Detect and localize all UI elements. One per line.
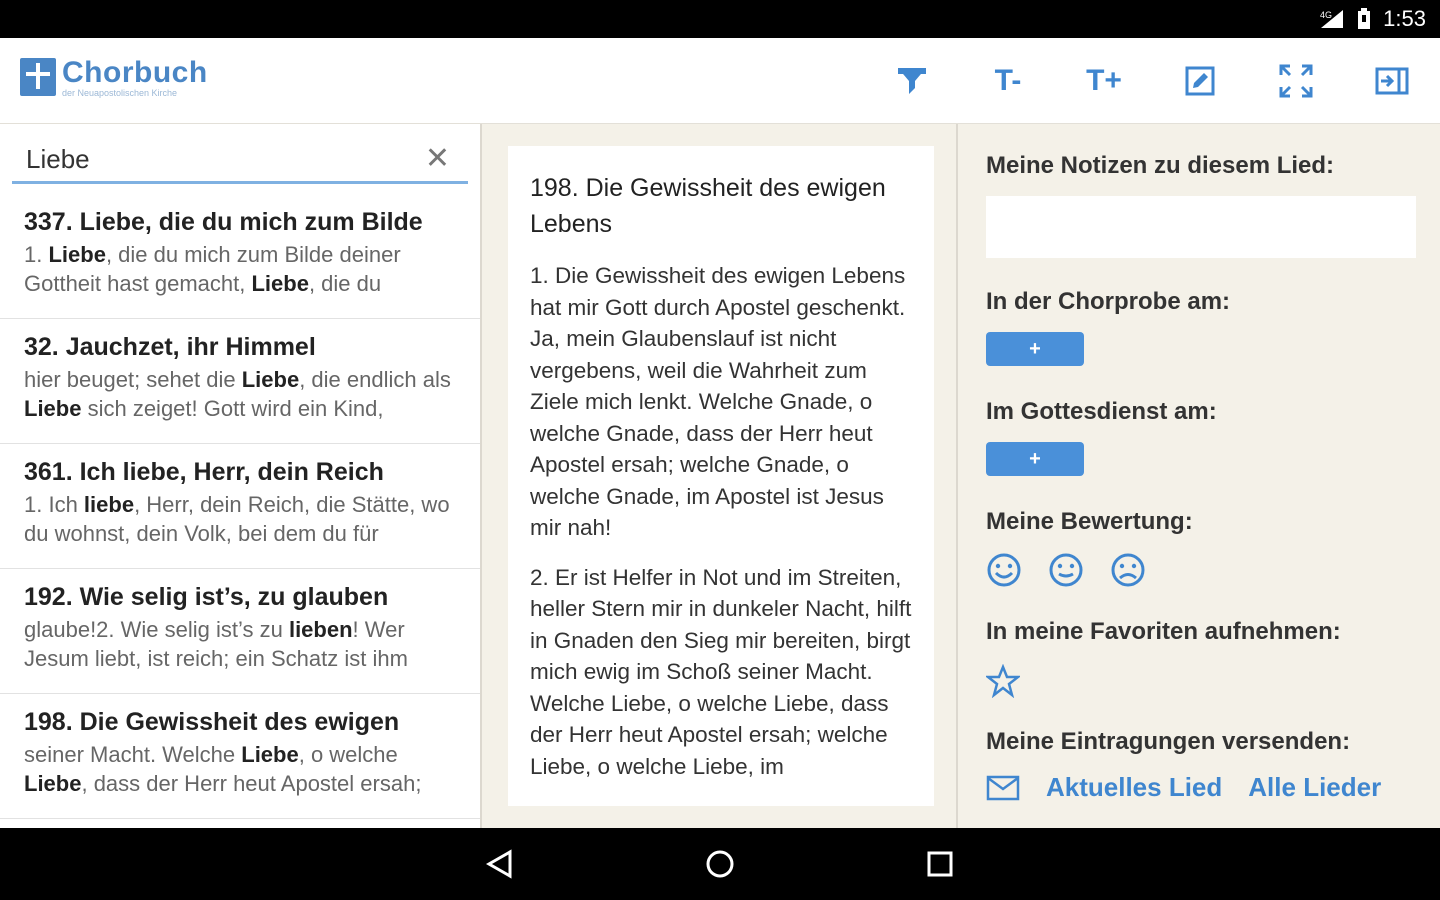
- search-highlight: Liebe: [48, 242, 106, 267]
- mail-icon[interactable]: [986, 775, 1020, 801]
- result-snippet: 1. Ich liebe, Herr, dein Reich, die Stät…: [24, 490, 456, 548]
- font-larger-label: T+: [1086, 64, 1122, 97]
- list-item[interactable]: 361. Ich liebe, Herr, dein Reich 1. Ich …: [0, 444, 480, 569]
- star-icon[interactable]: [986, 664, 1020, 698]
- results-list: 337. Liebe, die du mich zum Bilde 1. Lie…: [0, 194, 480, 819]
- clear-search-icon[interactable]: ✕: [425, 144, 450, 174]
- snippet-text: seiner Macht. Welche: [24, 742, 242, 767]
- rehearsal-label: In der Chorprobe am:: [986, 288, 1231, 315]
- search-field: ✕: [12, 138, 468, 184]
- add-rehearsal-date-button[interactable]: +: [986, 332, 1084, 366]
- share-label: Meine Eintragungen versenden:: [986, 728, 1351, 755]
- panel-collapse-icon: [1375, 67, 1409, 95]
- snippet-text: , o welche: [298, 742, 398, 767]
- app-title: Chorbuch: [62, 56, 208, 89]
- snippet-text: sich zeiget! Gott wird ein Kind,: [81, 396, 384, 421]
- add-service-date-button[interactable]: +: [986, 442, 1084, 476]
- status-bar: 4G 1:53: [0, 0, 1440, 38]
- result-snippet: glaube!2. Wie selig ist’s zu lieben! Wer…: [24, 615, 456, 673]
- share-current-song-link[interactable]: Aktuelles Lied: [1046, 772, 1222, 803]
- smiley-neutral-icon[interactable]: [1048, 552, 1084, 588]
- result-snippet: 1. Liebe, die du mich zum Bilde deiner G…: [24, 240, 456, 298]
- song-title: 198. Die Gewissheit des ewigen Lebens: [530, 174, 886, 238]
- filter-icon: [898, 68, 926, 94]
- fullscreen-icon: [1279, 64, 1313, 98]
- search-input[interactable]: [26, 144, 406, 175]
- snippet-text: hier beuget; sehet die: [24, 367, 242, 392]
- result-title: 192. Wie selig ist’s, zu glauben: [24, 583, 389, 611]
- back-icon[interactable]: [485, 849, 515, 879]
- result-title: 337. Liebe, die du mich zum Bilde: [24, 208, 423, 236]
- song-pane: 198. Die Gewissheit des ewigen Lebens 1.…: [484, 124, 958, 828]
- font-smaller-button[interactable]: T-: [960, 38, 1056, 124]
- snippet-text: , die du: [308, 271, 382, 296]
- service-label: Im Gottesdienst am:: [986, 398, 1217, 425]
- song-verse-1: 1. Die Gewissheit des ewigen Lebens hat …: [530, 263, 906, 540]
- search-highlight: Liebe: [251, 271, 309, 296]
- church-logo-icon: [20, 58, 56, 96]
- snippet-text: , dass der Herr heut Apostel ersah;: [81, 771, 422, 796]
- filter-button[interactable]: [864, 38, 960, 124]
- list-item[interactable]: 192. Wie selig ist’s, zu glauben glaube!…: [0, 569, 480, 694]
- snippet-text: , die endlich als: [299, 367, 451, 392]
- battery-icon: [1357, 8, 1371, 30]
- song-details-pane: Meine Notizen zu diesem Lied: In der Cho…: [960, 124, 1440, 828]
- list-item[interactable]: 337. Liebe, die du mich zum Bilde 1. Lie…: [0, 194, 480, 319]
- notes-label: Meine Notizen zu diesem Lied:: [986, 152, 1335, 179]
- search-highlight: Liebe: [24, 771, 82, 796]
- font-smaller-label: T-: [994, 64, 1022, 97]
- song-card[interactable]: 198. Die Gewissheit des ewigen Lebens 1.…: [508, 146, 934, 806]
- result-title: 32. Jauchzet, ihr Himmel: [24, 333, 316, 361]
- search-highlight: liebe: [83, 492, 135, 517]
- result-title: 198. Die Gewissheit des ewigen: [24, 708, 400, 736]
- edit-icon: [1185, 66, 1215, 96]
- app-logo: Chorbuch der Neuapostolischen Kirche: [20, 58, 208, 98]
- toolbar: T- T+: [864, 38, 1440, 124]
- song-verse-2: 2. Er ist Helfer in Not und im Streiten,…: [530, 564, 912, 779]
- search-highlight: Liebe: [241, 742, 299, 767]
- result-title: 361. Ich liebe, Herr, dein Reich: [24, 458, 384, 486]
- snippet-text: 1. Ich: [24, 492, 84, 517]
- notes-field[interactable]: [986, 196, 1416, 258]
- result-snippet: hier beuget; sehet die Liebe, die endlic…: [24, 365, 456, 423]
- edit-button[interactable]: [1152, 38, 1248, 124]
- share-all-songs-link[interactable]: Alle Lieder: [1248, 772, 1381, 803]
- system-nav-bar: [0, 828, 1440, 900]
- cellular-signal-icon: 4G: [1319, 8, 1345, 30]
- smiley-sad-icon[interactable]: [1110, 552, 1146, 588]
- smiley-happy-icon[interactable]: [986, 552, 1022, 588]
- font-larger-button[interactable]: T+: [1056, 38, 1152, 124]
- search-highlight: lieben: [288, 617, 353, 642]
- search-highlight: Liebe: [241, 367, 300, 392]
- svg-text:4G: 4G: [1320, 10, 1332, 20]
- result-snippet: seiner Macht. Welche Liebe, o welche Lie…: [24, 740, 456, 798]
- recents-icon[interactable]: [925, 849, 955, 879]
- app-subtitle: der Neuapostolischen Kirche: [62, 88, 178, 98]
- snippet-text: glaube!2. Wie selig ist’s zu: [24, 617, 289, 642]
- favorites-label: In meine Favoriten aufnehmen:: [986, 618, 1341, 645]
- fullscreen-button[interactable]: [1248, 38, 1344, 124]
- share-row: Aktuelles Lied Alle Lieder: [986, 772, 1381, 803]
- list-item[interactable]: 198. Die Gewissheit des ewigen seiner Ma…: [0, 694, 480, 819]
- clock: 1:53: [1383, 6, 1426, 31]
- list-item[interactable]: 32. Jauchzet, ihr Himmel hier beuget; se…: [0, 319, 480, 444]
- panel-toggle-button[interactable]: [1344, 38, 1440, 124]
- search-results-pane: ✕ 337. Liebe, die du mich zum Bilde 1. L…: [0, 124, 482, 828]
- home-icon[interactable]: [705, 849, 735, 879]
- snippet-text: 1.: [24, 242, 49, 267]
- rating-label: Meine Bewertung:: [986, 508, 1193, 535]
- rating-options: [986, 552, 1146, 588]
- search-highlight: Liebe: [24, 396, 82, 421]
- app-bar: Chorbuch der Neuapostolischen Kirche T- …: [0, 38, 1440, 124]
